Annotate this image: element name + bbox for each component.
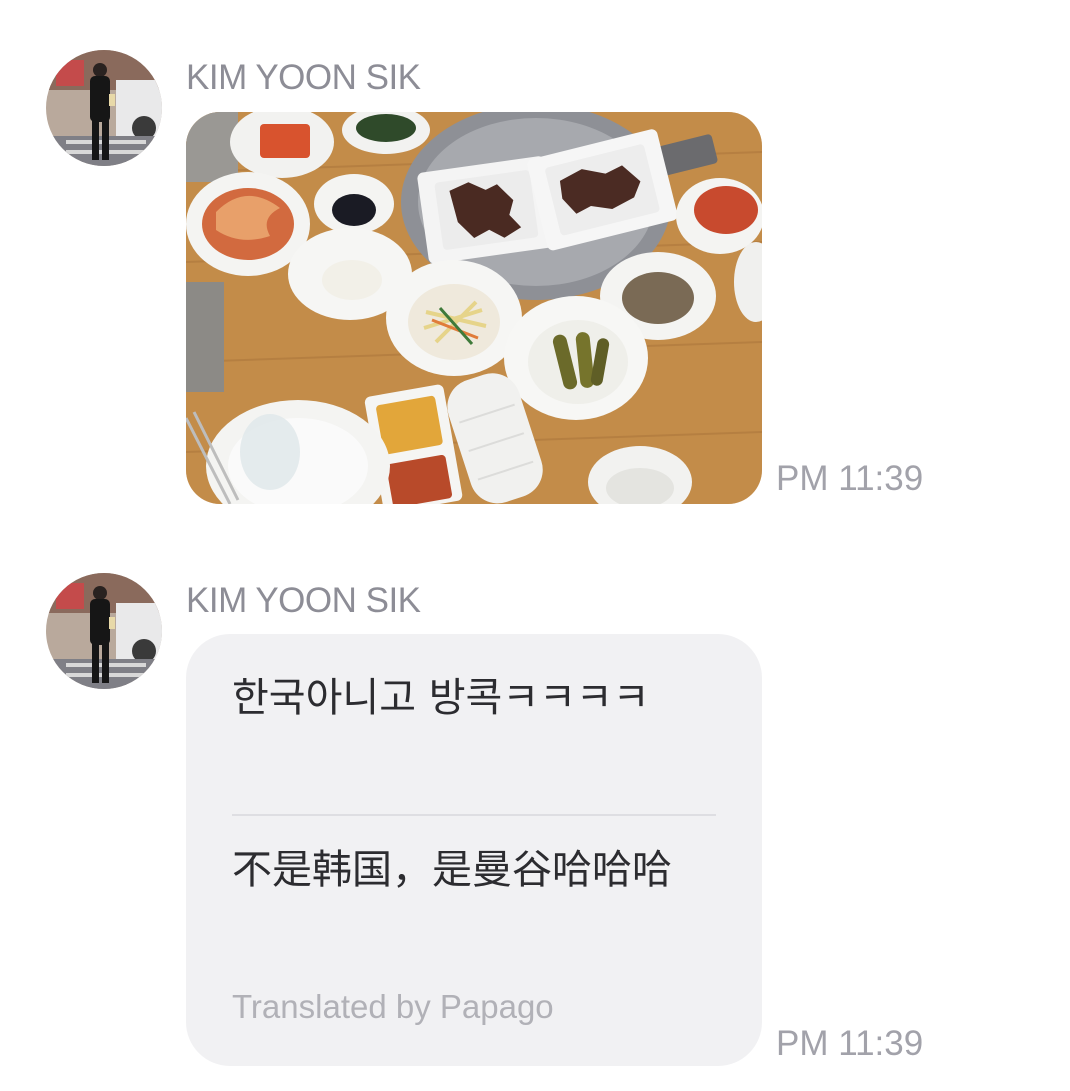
message-image: KIM YOON SIK PM 11:39 — [0, 0, 1070, 540]
message-timestamp: PM 11:39 — [776, 459, 924, 498]
message-bubble[interactable]: 한국아니고 방콕ㅋㅋㅋㅋ 不是韩国，是曼谷哈哈哈 Translated by P… — [186, 634, 762, 1066]
translation-credit: Translated by Papago — [232, 988, 554, 1025]
shared-food-photo[interactable] — [186, 112, 762, 504]
message-timestamp: PM 11:39 — [776, 1024, 924, 1063]
sender-avatar[interactable] — [46, 50, 162, 166]
sender-avatar[interactable] — [46, 573, 162, 689]
translated-text: 不是韩国，是曼谷哈哈哈 — [232, 847, 672, 893]
original-text: 한국아니고 방콕ㅋㅋㅋㅋ — [232, 675, 650, 721]
message-text: KIM YOON SIK 한국아니고 방콕ㅋㅋㅋㅋ 不是韩国，是曼谷哈哈哈 Tr… — [0, 560, 1070, 1091]
sender-name: KIM YOON SIK — [186, 58, 421, 97]
sender-name: KIM YOON SIK — [186, 581, 421, 620]
translation-divider — [232, 814, 716, 816]
